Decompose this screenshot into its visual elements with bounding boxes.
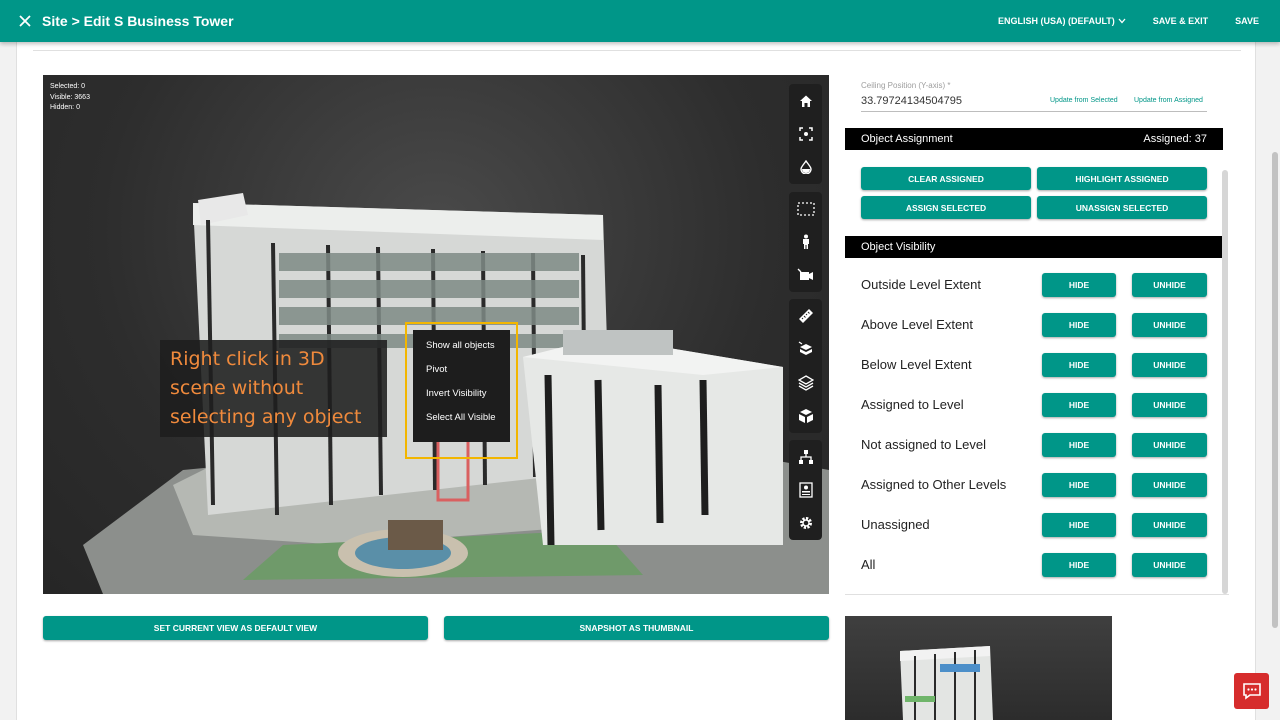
unhide-button-assigned-to-other-levels[interactable]: UNHIDE xyxy=(1132,473,1207,497)
ceiling-position-input[interactable]: 33.79724134504795 xyxy=(861,95,962,107)
visibility-row-outside-level-extent: Outside Level Extent xyxy=(861,277,981,292)
input-underline xyxy=(861,111,1207,112)
highlight-frame xyxy=(405,322,518,459)
save-button[interactable]: SAVE xyxy=(1235,16,1259,26)
language-select[interactable]: ENGLISH (USA) (DEFAULT) xyxy=(998,16,1126,26)
update-from-selected-link[interactable]: Update from Selected xyxy=(1050,97,1118,104)
panel-scrollbar[interactable] xyxy=(1222,170,1228,594)
unhide-button-unassigned[interactable]: UNHIDE xyxy=(1132,513,1207,537)
close-icon[interactable] xyxy=(16,12,34,30)
unhide-button-all[interactable]: UNHIDE xyxy=(1132,553,1207,577)
viewer-toolbar-analysis xyxy=(789,299,822,433)
object-assignment-title: Object Assignment xyxy=(861,133,953,145)
hide-button-below-level-extent[interactable]: HIDE xyxy=(1042,353,1116,377)
unhide-button-below-level-extent[interactable]: UNHIDE xyxy=(1132,353,1207,377)
home-icon[interactable] xyxy=(789,84,822,117)
app-bar: Site > Edit S Business Tower ENGLISH (US… xyxy=(0,0,1280,42)
set-default-view-button[interactable]: SET CURRENT VIEW AS DEFAULT VIEW xyxy=(43,616,428,640)
visibility-row-unassigned: Unassigned xyxy=(861,517,930,532)
chevron-down-icon xyxy=(1118,18,1126,24)
viewer-toolbar-tools xyxy=(789,192,822,292)
unhide-button-not-assigned-to-level[interactable]: UNHIDE xyxy=(1132,433,1207,457)
object-visibility-title: Object Visibility xyxy=(861,241,936,253)
visibility-row-assigned-to-level: Assigned to Level xyxy=(861,397,964,412)
person-icon[interactable] xyxy=(789,225,822,258)
unhide-button-outside-level-extent[interactable]: UNHIDE xyxy=(1132,273,1207,297)
hide-button-above-level-extent[interactable]: HIDE xyxy=(1042,313,1116,337)
level-settings-panel: Ceiling Position (Y-axis) * 33.797241345… xyxy=(845,75,1229,595)
snapshot-thumbnail-button[interactable]: SNAPSHOT AS THUMBNAIL xyxy=(444,616,829,640)
camera-icon[interactable] xyxy=(789,259,822,292)
stat-hidden: Hidden: 0 xyxy=(50,104,80,111)
visibility-row-not-assigned-to-level: Not assigned to Level xyxy=(861,437,987,452)
visibility-row-below-level-extent: Below Level Extent xyxy=(861,357,972,372)
ceiling-position-label: Ceiling Position (Y-axis) * xyxy=(861,81,951,90)
page-title: Site > Edit S Business Tower xyxy=(42,13,234,29)
assign-selected-button[interactable]: ASSIGN SELECTED xyxy=(861,196,1031,219)
exploded-cube-icon[interactable] xyxy=(789,400,822,434)
stat-visible: Visible: 3663 xyxy=(50,93,90,101)
viewer-toolbar-settings xyxy=(789,440,822,540)
save-exit-button[interactable]: SAVE & EXIT xyxy=(1153,16,1208,26)
visibility-row-all: All xyxy=(861,557,876,572)
water-drop-icon[interactable] xyxy=(789,151,822,184)
ruler-icon[interactable] xyxy=(789,299,822,333)
3d-viewer[interactable]: Selected: 0 Visible: 3663 Hidden: 0 Righ… xyxy=(43,75,829,594)
hide-button-not-assigned-to-level[interactable]: HIDE xyxy=(1042,433,1116,457)
update-from-assigned-link[interactable]: Update from Assigned xyxy=(1134,97,1203,104)
hide-button-assigned-to-level[interactable]: HIDE xyxy=(1042,393,1116,417)
highlight-assigned-button[interactable]: HIGHLIGHT ASSIGNED xyxy=(1037,167,1207,190)
tutorial-annotation: Right click in 3D scene without selectin… xyxy=(160,340,387,437)
stat-selected: Selected: 0 xyxy=(50,83,86,90)
scene-stats: Selected: 0 Visible: 3663 Hidden: 0 xyxy=(50,82,90,114)
clear-assigned-button[interactable]: CLEAR ASSIGNED xyxy=(861,167,1031,190)
hide-button-assigned-to-other-levels[interactable]: HIDE xyxy=(1042,473,1116,497)
unhide-button-assigned-to-level[interactable]: UNHIDE xyxy=(1132,393,1207,417)
hide-button-all[interactable]: HIDE xyxy=(1042,553,1116,577)
divider xyxy=(33,50,1241,51)
view-thumbnail xyxy=(845,616,1112,720)
cube-section-icon[interactable] xyxy=(789,333,822,367)
hide-button-outside-level-extent[interactable]: HIDE xyxy=(1042,273,1116,297)
unassign-selected-button[interactable]: UNASSIGN SELECTED xyxy=(1037,196,1207,219)
page-scrollbar[interactable] xyxy=(1272,152,1278,628)
hide-button-unassigned[interactable]: HIDE xyxy=(1042,513,1116,537)
viewer-toolbar-nav xyxy=(789,84,822,184)
assigned-count: Assigned: 37 xyxy=(1143,133,1207,145)
settings-icon[interactable] xyxy=(789,507,822,540)
properties-icon[interactable] xyxy=(789,473,822,506)
language-label: ENGLISH (USA) (DEFAULT) xyxy=(997,16,1115,26)
focus-icon[interactable] xyxy=(789,117,822,150)
visibility-row-above-level-extent: Above Level Extent xyxy=(861,317,974,332)
object-visibility-header: Object Visibility xyxy=(845,236,1223,258)
visibility-row-assigned-to-other-levels: Assigned to Other Levels xyxy=(861,477,1007,492)
select-box-icon[interactable] xyxy=(789,192,822,225)
object-assignment-header: Object Assignment Assigned: 37 xyxy=(845,128,1223,150)
chat-icon[interactable] xyxy=(1234,673,1269,709)
unhide-button-above-level-extent[interactable]: UNHIDE xyxy=(1132,313,1207,337)
hierarchy-icon[interactable] xyxy=(789,440,822,473)
layers-icon[interactable] xyxy=(789,366,822,400)
